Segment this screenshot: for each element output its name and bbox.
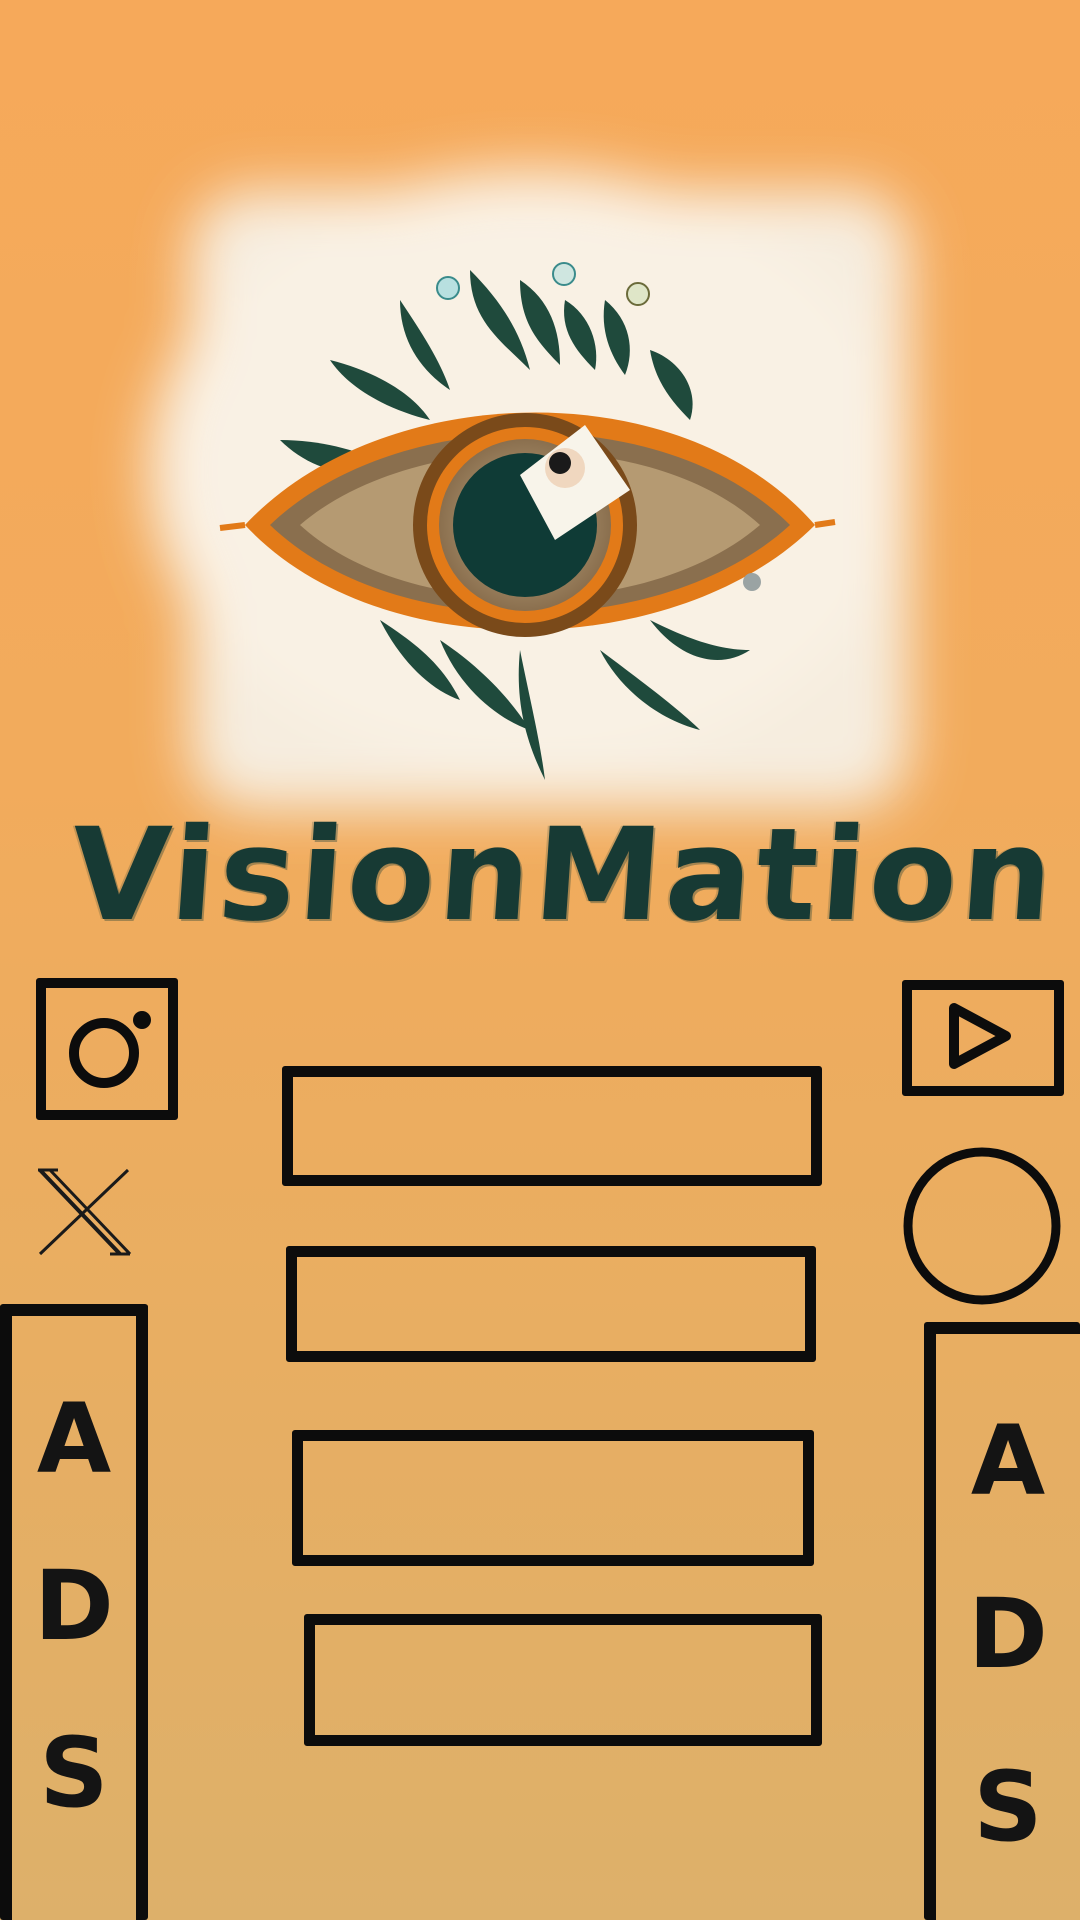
ads-letter: D [34,1549,114,1662]
ads-letter: A [36,1383,112,1496]
play-icon [949,1003,1011,1069]
menu-button-1[interactable] [282,1066,822,1186]
menu-button-3[interactable] [292,1430,814,1566]
ads-letter: D [968,1577,1048,1690]
ads-letter: S [39,1716,109,1829]
menu-button-4[interactable] [304,1614,822,1746]
x-icon [38,1168,132,1256]
instagram-button[interactable] [36,978,178,1120]
youtube-button[interactable] [902,980,1064,1096]
brand-wordmark: VisionMation [65,801,1062,950]
x-button[interactable] [36,1168,132,1256]
ads-label-right: A D S [936,1374,1080,1894]
ads-letter: A [970,1404,1046,1517]
ads-letter: S [973,1751,1043,1864]
circle-button[interactable] [900,1144,1064,1308]
circle-icon [903,1147,1061,1305]
ad-banner-right[interactable]: A D S [924,1322,1080,1920]
ads-label-left: A D S [12,1356,136,1856]
ad-banner-left[interactable]: A D S [0,1304,148,1920]
instagram-icon [69,1011,151,1088]
menu-button-2[interactable] [286,1246,816,1362]
